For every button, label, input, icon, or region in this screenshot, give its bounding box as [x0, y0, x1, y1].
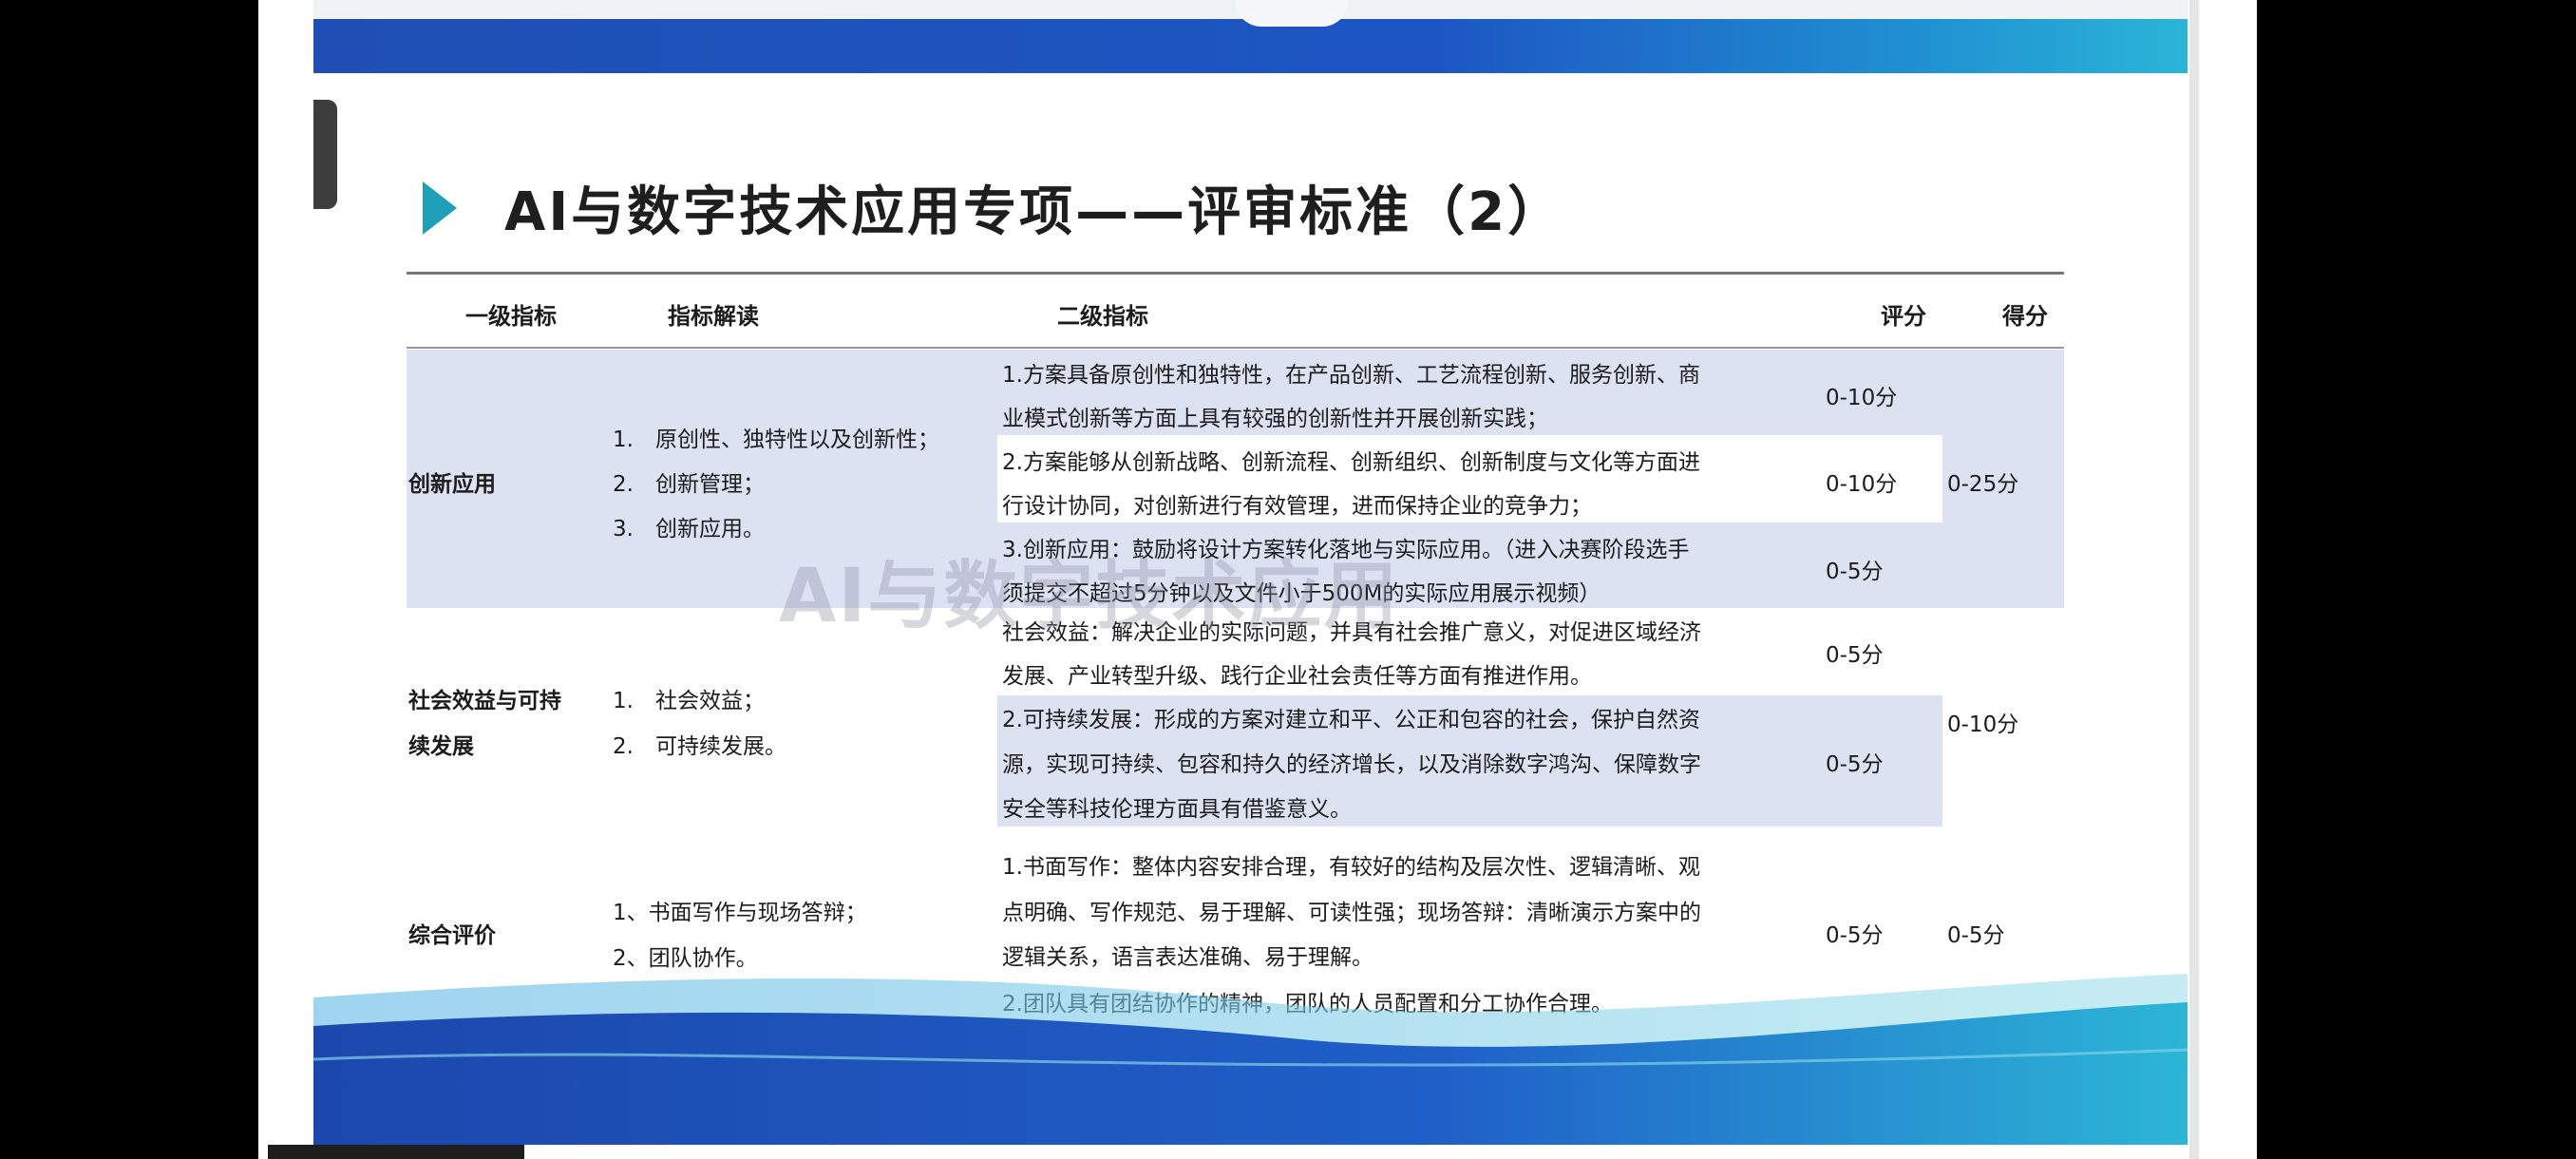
header-score-range: 评分: [1881, 303, 1926, 330]
level2-text: 业模式创新等方面上具有较强的创新性并开展创新实践；: [1002, 407, 1548, 431]
header-notch: [1235, 0, 1349, 27]
header-score: 得分: [2002, 303, 2048, 330]
table-top-rule: [407, 272, 2064, 275]
score-range: 0-5分: [1826, 643, 1884, 668]
header-rule: [407, 347, 2064, 349]
level1-social: 续发展: [408, 734, 474, 759]
level2-text: 2.方案能够从创新战略、创新流程、创新组织、创新制度与文化等方面进: [1002, 450, 1700, 475]
slide-title: AI与数字技术应用专项——评审标准（2）: [423, 169, 1563, 246]
score-total: 0-10分: [1947, 712, 2019, 737]
bottom-wave-decoration: [313, 974, 2188, 1145]
level2-text: 行设计协同，对创新进行有效管理，进而保持企业的竞争力；: [1002, 494, 1592, 519]
score-range: 0-5分: [1826, 752, 1884, 777]
slide-header-bar: [313, 0, 2188, 73]
header-level2: 二级指标: [1057, 303, 1148, 330]
interp-item: 1、书面写作与现场答辩；: [613, 901, 867, 925]
play-triangle-icon: [423, 180, 457, 235]
interp-item: 1. 社会效益；: [613, 689, 765, 713]
level2-text: 1.书面写作：整体内容安排合理，有较好的结构及层次性、逻辑清晰、观: [1002, 855, 1700, 880]
level2-text: 安全等科技伦理方面具有借鉴意义。: [1002, 797, 1352, 822]
level2-text: 发展、产业转型升级、践行企业社会责任等方面有推进作用。: [1002, 664, 1592, 689]
header-interpretation: 指标解读: [668, 303, 759, 330]
interp-item: 3. 创新应用。: [613, 517, 765, 542]
score-total: 0-25分: [1947, 472, 2019, 497]
level2-text: 2.可持续发展：形成的方案对建立和平、公正和包容的社会，保护自然资: [1002, 708, 1700, 732]
level2-text: 点明确、写作规范、易于理解、可读性强；现场答辩：清晰演示方案中的: [1002, 901, 1701, 925]
watermark: AI与数字技术应用: [779, 554, 1400, 639]
interp-item: 2. 可持续发展。: [613, 734, 786, 759]
score-range: 0-10分: [1826, 386, 1898, 410]
score-range: 0-5分: [1826, 560, 1884, 584]
interp-item: 1. 原创性、独特性以及创新性；: [613, 428, 939, 452]
level1-innovation: 创新应用: [408, 472, 496, 497]
level1-social: 社会效益与可持: [408, 689, 561, 713]
taskbar-fragment: [268, 1145, 524, 1159]
side-panel-handle[interactable]: [313, 100, 337, 209]
window-edge: [2189, 0, 2199, 1159]
score-range: 0-10分: [1826, 472, 1898, 497]
interp-item: 2. 创新管理；: [613, 472, 765, 497]
level2-text: 源，实现可持续、包容和持久的经济增长，以及消除数字鸿沟、保障数字: [1002, 752, 1701, 777]
level2-text: 1.方案具备原创性和独特性，在产品创新、工艺流程创新、服务创新、商: [1002, 363, 1700, 388]
header-level1: 一级指标: [465, 303, 557, 330]
title-text: AI与数字技术应用专项——评审标准（2）: [504, 181, 1564, 243]
